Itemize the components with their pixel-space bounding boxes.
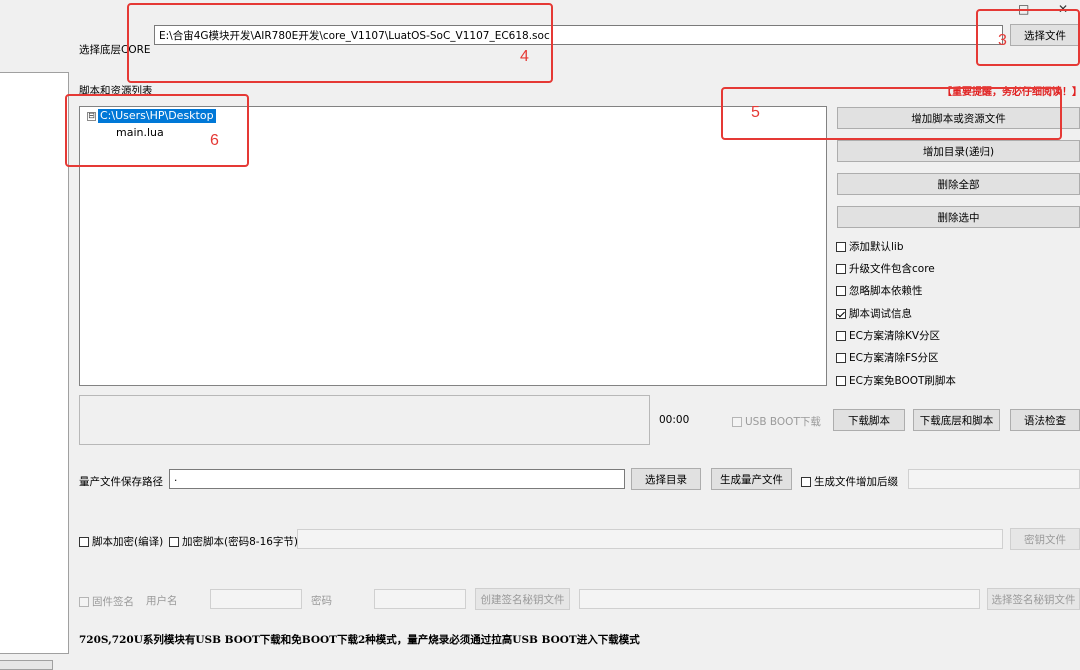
select-directory-button[interactable]: 选择目录 [631,468,701,490]
delete-selected-button[interactable]: 删除选中 [837,206,1080,228]
username-input[interactable] [210,589,302,609]
annotation-number-3: 3 [998,32,1007,49]
add-suffix-option[interactable]: 生成文件增加后缀 [801,474,898,489]
username-label: 用户名 [146,595,178,607]
encrypt-script-option[interactable]: 加密脚本(密码8-16字节) [169,534,298,549]
option-clear-kv[interactable]: EC方案清除KV分区 [836,328,940,343]
checkbox[interactable] [836,375,846,386]
option-include-core[interactable]: 升级文件包含core [836,261,935,276]
key-path-input[interactable] [579,589,980,609]
add-directory-button[interactable]: 增加目录(递归) [837,140,1080,162]
option-no-boot[interactable]: EC方案免BOOT刷脚本 [836,373,956,388]
annotation-number-5: 5 [751,104,760,121]
checkbox[interactable] [801,476,811,487]
syntax-check-button[interactable]: 语法检查 [1010,409,1080,431]
left-bottom-tab[interactable] [0,660,53,670]
key-file-button[interactable]: 密钥文件 [1010,528,1080,550]
delete-all-button[interactable]: 删除全部 [837,173,1080,195]
option-clear-fs[interactable]: EC方案清除FS分区 [836,350,939,365]
checkbox [732,416,742,427]
usb-boot-note: 720S,720U系列模块有USB BOOT下载和免BOOT下载2种模式，量产烧… [79,634,640,646]
checkbox[interactable] [836,352,846,363]
download-script-button[interactable]: 下载脚本 [833,409,905,431]
encrypt-password-input[interactable] [297,529,1003,549]
checkbox[interactable] [836,330,846,341]
checkbox[interactable] [836,285,846,296]
annotation-box-5 [721,87,1062,140]
annotation-box-4 [127,3,553,83]
password-label: 密码 [311,595,332,607]
download-core-script-button[interactable]: 下载底层和脚本 [913,409,1000,431]
usb-boot-download: USB BOOT下载 [732,414,821,429]
annotation-number-6: 6 [210,132,219,149]
select-key-button[interactable]: 选择签名秘钥文件 [987,588,1080,610]
log-area [79,395,650,445]
password-input[interactable] [374,589,466,609]
production-path-label: 量产文件保存路径 [79,476,163,488]
annotation-box-3 [976,9,1080,66]
option-add-default-lib[interactable]: 添加默认lib [836,239,904,254]
annotation-number-4: 4 [520,48,529,65]
checkbox[interactable] [836,308,846,319]
annotation-box-6 [65,94,249,167]
checkbox[interactable] [836,263,846,274]
checkbox[interactable] [79,536,89,547]
create-key-button[interactable]: 创建签名秘钥文件 [475,588,570,610]
checkbox[interactable] [169,536,179,547]
script-encrypt-option[interactable]: 脚本加密(编译) [79,534,163,549]
firmware-sign-option[interactable]: 固件签名 [79,594,134,609]
generate-production-button[interactable]: 生成量产文件 [711,468,792,490]
production-path-input[interactable]: . [169,469,625,489]
checkbox[interactable] [79,596,89,607]
option-debug-info[interactable]: 脚本调试信息 [836,306,912,321]
checkbox[interactable] [836,241,846,252]
suffix-input[interactable] [908,469,1080,489]
option-ignore-dependency[interactable]: 忽略脚本依赖性 [836,283,923,298]
left-panel [0,72,69,654]
elapsed-time: 00:00 [659,414,690,426]
